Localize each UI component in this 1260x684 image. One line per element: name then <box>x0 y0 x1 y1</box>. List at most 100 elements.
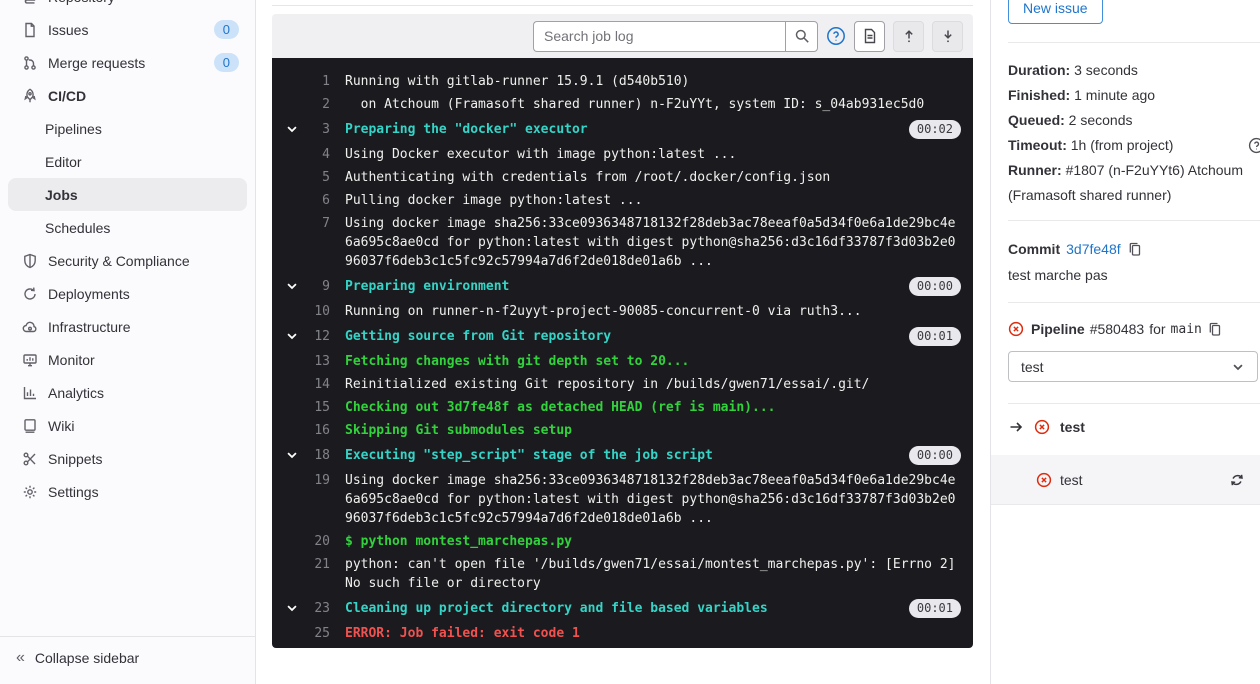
stage-failed-status-icon <box>1034 419 1050 435</box>
collapse-section-icon[interactable] <box>285 122 299 136</box>
collapse-sidebar-button[interactable]: « Collapse sidebar <box>0 636 255 684</box>
log-line-text: Reinitialized existing Git repository in… <box>345 375 961 394</box>
log-line-text: python: can't open file '/builds/gwen71/… <box>345 555 961 593</box>
divider <box>1008 302 1260 303</box>
collapse-section-icon[interactable] <box>285 279 299 293</box>
document-icon <box>22 22 38 38</box>
sidebar-item-pipelines[interactable]: Pipelines <box>0 112 255 145</box>
copy-ref-icon[interactable] <box>1207 321 1223 337</box>
log-line-text: ERROR: Job failed: exit code 1 <box>345 624 961 643</box>
wiki-icon <box>22 418 38 434</box>
job-name[interactable]: test <box>1060 472 1083 488</box>
retry-job-icon[interactable] <box>1229 472 1245 488</box>
log-line-number[interactable]: 5 <box>272 168 330 187</box>
timeout-help-icon[interactable] <box>1248 137 1260 154</box>
sidebar-item-security-compliance[interactable]: Security & Compliance <box>0 244 255 277</box>
collapse-section-icon[interactable] <box>285 329 299 343</box>
log-line-number[interactable]: 4 <box>272 145 330 164</box>
job-row[interactable]: test <box>991 455 1260 505</box>
section-duration-badge: 00:01 <box>909 599 961 618</box>
sidebar-item-label: Infrastructure <box>48 319 130 335</box>
log-line-number[interactable]: 16 <box>272 421 330 440</box>
sidebar-item-wiki[interactable]: Wiki <box>0 409 255 442</box>
log-line-text: Pulling docker image python:latest ... <box>345 191 961 210</box>
log-line-number[interactable]: 21 <box>272 555 330 574</box>
log-line-3[interactable]: 3Preparing the "docker" executor00:02 <box>272 116 973 143</box>
book-icon <box>22 0 38 5</box>
log-line-number[interactable]: 10 <box>272 302 330 321</box>
main-content: 1Running with gitlab-runner 15.9.1 (d540… <box>257 0 990 684</box>
sidebar-item-repository[interactable]: Repository <box>0 0 255 13</box>
arrow-right-icon <box>1008 419 1024 435</box>
sidebar-item-jobs[interactable]: Jobs <box>8 178 247 211</box>
rocket-icon <box>22 88 38 104</box>
sidebar-item-analytics[interactable]: Analytics <box>0 376 255 409</box>
log-line-number[interactable]: 3 <box>272 120 330 139</box>
section-duration-badge: 00:02 <box>909 120 961 139</box>
sidebar-item-monitor[interactable]: Monitor <box>0 343 255 376</box>
collapse-section-icon[interactable] <box>285 448 299 462</box>
log-line-18[interactable]: 18Executing "step_script" stage of the j… <box>272 442 973 469</box>
log-line-number[interactable]: 14 <box>272 375 330 394</box>
log-line-23[interactable]: 23Cleaning up project directory and file… <box>272 595 973 622</box>
log-line-number[interactable]: 1 <box>272 72 330 91</box>
sidebar-item-settings[interactable]: Settings <box>0 475 255 508</box>
new-issue-button[interactable]: New issue <box>1008 0 1103 24</box>
commit-sha-link[interactable]: 3d7fe48f <box>1066 241 1121 257</box>
sidebar-item-deployments[interactable]: Deployments <box>0 277 255 310</box>
stage-name: test <box>1060 419 1085 435</box>
log-line-9[interactable]: 9Preparing environment00:00 <box>272 273 973 300</box>
log-line-number[interactable]: 15 <box>272 398 330 417</box>
sidebar-item-label: Deployments <box>48 286 130 302</box>
chevron-down-icon <box>1231 360 1245 374</box>
sidebar-item-infrastructure[interactable]: Infrastructure <box>0 310 255 343</box>
log-line-number[interactable]: 9 <box>272 277 330 296</box>
pipeline-ref[interactable]: main <box>1171 322 1202 337</box>
search-button[interactable] <box>785 21 818 52</box>
collapse-section-icon[interactable] <box>285 601 299 615</box>
log-line-number[interactable]: 2 <box>272 95 330 114</box>
section-duration-badge: 00:00 <box>909 446 961 465</box>
section-duration-badge: 00:01 <box>909 327 961 346</box>
sidebar-nav: RepositoryIssues0Merge requests0CI/CDPip… <box>0 0 255 508</box>
commit-message: test marche pas <box>1008 265 1260 285</box>
log-line-number[interactable]: 13 <box>272 352 330 371</box>
search-input[interactable] <box>533 21 785 52</box>
log-line-number[interactable]: 12 <box>272 327 330 346</box>
log-line-number[interactable]: 7 <box>272 214 330 233</box>
sidebar-item-label: Schedules <box>45 220 110 236</box>
log-line-number[interactable]: 25 <box>272 624 330 643</box>
scroll-to-bottom-button[interactable] <box>932 21 963 52</box>
sidebar-item-editor[interactable]: Editor <box>0 145 255 178</box>
log-line-14: 14 Reinitialized existing Git repository … <box>272 373 973 396</box>
log-line-number[interactable]: 20 <box>272 532 330 551</box>
collapse-sidebar-label: Collapse sidebar <box>35 650 139 666</box>
sidebar-item-label: Merge requests <box>48 55 145 71</box>
sidebar-item-merge-requests[interactable]: Merge requests0 <box>0 46 255 79</box>
detail-row-finished: Finished: 1 minute ago <box>1008 83 1260 108</box>
pipeline-id[interactable]: #580483 <box>1090 321 1145 337</box>
stage-dropdown-value: test <box>1021 359 1044 375</box>
sidebar-item-issues[interactable]: Issues0 <box>0 13 255 46</box>
sidebar-item-schedules[interactable]: Schedules <box>0 211 255 244</box>
show-raw-button[interactable] <box>854 21 885 52</box>
sidebar-item-label: Analytics <box>48 385 104 401</box>
log-line-number[interactable]: 18 <box>272 446 330 465</box>
scroll-to-top-button[interactable] <box>893 21 924 52</box>
sidebar-item-snippets[interactable]: Snippets <box>0 442 255 475</box>
copy-commit-sha-icon[interactable] <box>1127 241 1143 257</box>
help-icon[interactable] <box>826 26 846 46</box>
job-failed-status-icon <box>1036 472 1052 488</box>
log-line-number[interactable]: 19 <box>272 471 330 490</box>
log-line-2: 2 on Atchoum (Framasoft shared runner) n… <box>272 93 973 116</box>
stage-dropdown[interactable]: test <box>1008 351 1258 382</box>
log-line-number[interactable]: 6 <box>272 191 330 210</box>
log-line-6: 6 Pulling docker image python:latest ... <box>272 189 973 212</box>
sidebar-item-ci-cd[interactable]: CI/CD <box>0 79 255 112</box>
log-line-number[interactable]: 23 <box>272 599 330 618</box>
detail-label: Timeout: <box>1008 137 1071 153</box>
log-line-7: 7Using docker image sha256:33ce093634871… <box>272 212 973 273</box>
shield-icon <box>22 253 38 269</box>
log-line-12[interactable]: 12Getting source from Git repository00:0… <box>272 323 973 350</box>
pipeline-label: Pipeline <box>1031 321 1085 337</box>
